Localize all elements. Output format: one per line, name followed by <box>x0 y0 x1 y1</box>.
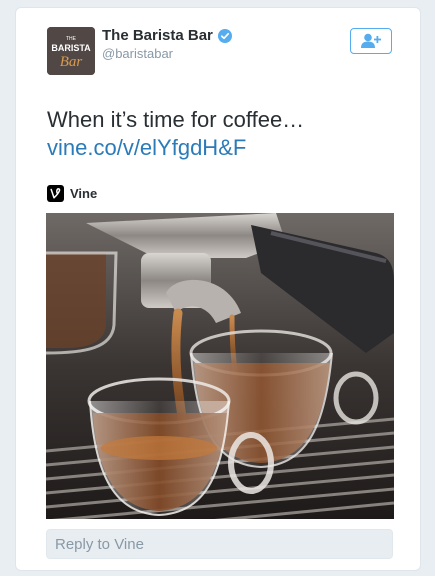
tweet-card: THE BARISTA Bar The Barista Bar @barista… <box>16 8 420 570</box>
svg-text:BARISTA: BARISTA <box>51 43 91 53</box>
follow-button[interactable] <box>350 28 392 54</box>
tweet-text: When it’s time for coffee… <box>47 107 305 132</box>
vine-video[interactable] <box>46 213 394 519</box>
verified-badge-icon <box>217 28 232 43</box>
media-source[interactable]: Vine <box>47 185 97 202</box>
add-user-icon <box>361 33 381 48</box>
svg-text:THE: THE <box>66 36 77 42</box>
vine-icon <box>47 185 64 202</box>
barista-bar-logo: THE BARISTA Bar <box>47 27 95 75</box>
reply-input[interactable]: Reply to Vine <box>46 529 393 559</box>
author-name-row[interactable]: The Barista Bar <box>102 27 232 44</box>
avatar[interactable]: THE BARISTA Bar <box>47 27 95 75</box>
svg-text:Bar: Bar <box>60 54 83 70</box>
author-name[interactable]: The Barista Bar <box>102 27 213 44</box>
source-label: Vine <box>70 186 98 201</box>
author-handle[interactable]: @baristabar <box>102 46 173 61</box>
tweet-link[interactable]: vine.co/v/elYfgdH&F <box>47 134 246 162</box>
espresso-video-frame <box>46 213 394 519</box>
